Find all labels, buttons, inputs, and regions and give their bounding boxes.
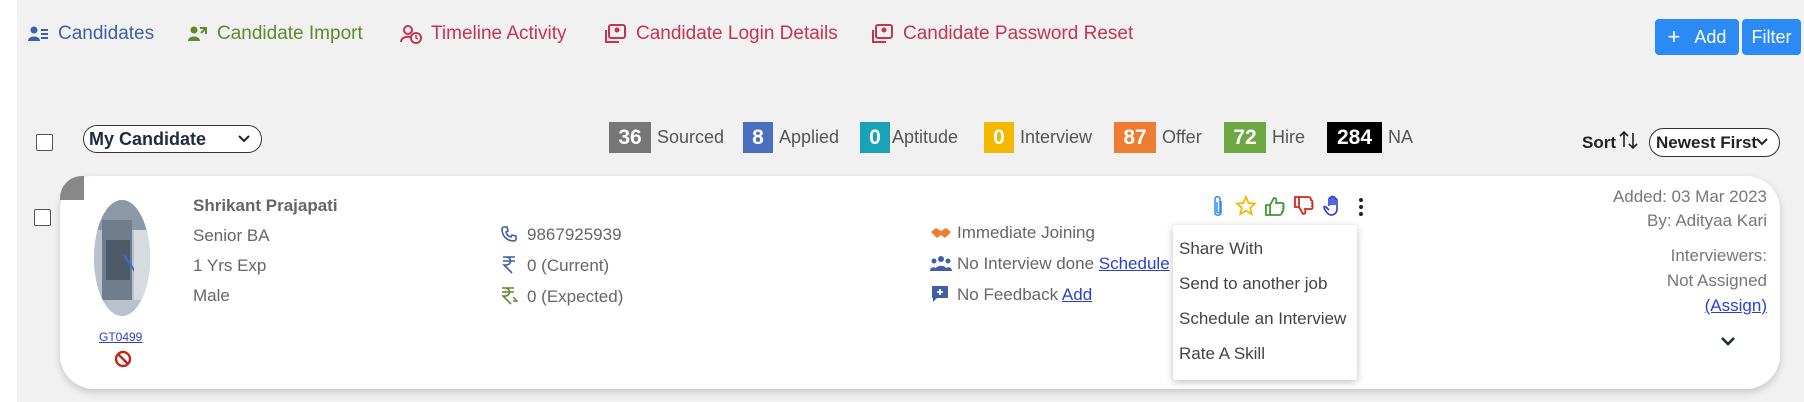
stat-sourced-count: 36	[609, 122, 651, 153]
star-icon[interactable]	[1234, 194, 1258, 222]
block-icon[interactable]	[114, 350, 132, 373]
chevron-down-icon	[1754, 133, 1770, 154]
thumbs-down-icon[interactable]	[1293, 195, 1315, 222]
candidate-expected-ctc: 0 (Expected)	[527, 287, 624, 306]
nav-candidate-password-reset[interactable]: Candidate Password Reset	[871, 22, 1133, 46]
attachment-icon[interactable]	[1210, 195, 1226, 224]
menu-item-rate-skill[interactable]: Rate A Skill	[1179, 344, 1265, 364]
nav-timeline-activity[interactable]: Timeline Activity	[399, 22, 567, 46]
candidates-icon	[26, 22, 50, 46]
login-details-icon	[604, 22, 628, 46]
stat-offer[interactable]: 87 Offer	[1114, 122, 1202, 153]
sort-select[interactable]: Newest First	[1649, 128, 1780, 157]
interviewers-value: Not Assigned	[1666, 271, 1767, 290]
candidate-experience: 1 Yrs Exp	[193, 256, 267, 275]
stat-hire-label: Hire	[1272, 127, 1306, 147]
hand-stop-icon[interactable]	[1322, 195, 1344, 222]
stat-sourced[interactable]: 36 Sourced	[609, 122, 724, 153]
nav-candidate-password-reset-label: Candidate Password Reset	[903, 23, 1134, 44]
menu-item-send-to-another-job[interactable]: Send to another job	[1179, 274, 1327, 294]
stat-hire[interactable]: 72 Hire	[1224, 122, 1305, 153]
interviewers-label: Interviewers:	[1670, 246, 1767, 265]
add-button[interactable]: + Add	[1655, 19, 1739, 55]
stat-na-label: NA	[1388, 127, 1414, 147]
phone-icon	[500, 225, 518, 248]
chevron-down-icon	[236, 130, 252, 151]
candidate-gender: Male	[193, 286, 230, 305]
sort-select-value: Newest First	[1656, 132, 1758, 152]
feedback-icon	[931, 285, 949, 308]
stat-na[interactable]: 284 NA	[1327, 122, 1413, 153]
candidate-name[interactable]: Shrikant Prajapati	[193, 196, 338, 216]
stat-applied-count: 8	[743, 122, 773, 153]
menu-item-share-with[interactable]: Share With	[1179, 239, 1263, 259]
action-menu: Share With Send to another job Schedule …	[1173, 225, 1357, 380]
group-icon	[930, 255, 952, 276]
stat-applied-label: Applied	[779, 127, 840, 147]
menu-item-schedule-interview[interactable]: Schedule an Interview	[1179, 309, 1346, 329]
stat-sourced-label: Sourced	[657, 127, 725, 147]
added-by: By: Adityaa Kari	[1646, 211, 1767, 230]
rupee-icon	[501, 254, 517, 279]
plus-icon: +	[1667, 24, 1681, 49]
interview-status: No Interview done	[957, 254, 1095, 273]
stat-interview-label: Interview	[1020, 127, 1093, 147]
import-icon	[185, 22, 209, 46]
interview-status-row: No Interview done Schedule	[957, 254, 1170, 274]
sort-toggle[interactable]: Sort	[1582, 129, 1640, 156]
stat-offer-label: Offer	[1162, 127, 1202, 147]
chevron-down-expand-icon[interactable]	[1719, 335, 1737, 354]
avatar[interactable]	[94, 200, 150, 316]
stat-interview[interactable]: 0 Interview	[984, 122, 1092, 153]
add-feedback-link[interactable]: Add	[1062, 285, 1092, 304]
add-button-label: Add	[1694, 26, 1727, 47]
nav-candidates-label: Candidates	[58, 23, 155, 44]
candidate-phone: 9867925939	[527, 225, 622, 244]
assign-link[interactable]: (Assign)	[1705, 296, 1767, 316]
nav-candidate-import[interactable]: Candidate Import	[185, 22, 363, 46]
feedback-status: No Feedback	[957, 285, 1059, 304]
candidate-current-ctc: 0 (Current)	[527, 256, 610, 275]
stat-applied[interactable]: 8 Applied	[743, 122, 839, 153]
candidate-role: Senior BA	[193, 226, 270, 245]
stat-aptitude-count: 0	[860, 122, 890, 153]
candidate-joining: Immediate Joining	[957, 223, 1095, 242]
stat-hire-count: 72	[1224, 122, 1266, 153]
filter-button-label: Filter	[1751, 26, 1792, 47]
candidate-checkbox[interactable]	[34, 209, 51, 226]
added-date: Added: 03 Mar 2023	[1612, 187, 1767, 206]
nav-candidates[interactable]: Candidates	[26, 22, 154, 46]
nav-candidate-login-details-label: Candidate Login Details	[636, 23, 838, 44]
candidate-id-link[interactable]: GT0499	[99, 330, 142, 344]
nav-candidate-import-label: Candidate Import	[217, 23, 363, 44]
feedback-row: No Feedback Add	[957, 285, 1092, 305]
owner-select[interactable]: My Candidate	[83, 125, 262, 153]
stat-na-count: 284	[1327, 122, 1382, 153]
password-reset-icon	[871, 22, 895, 46]
thumbs-up-icon[interactable]	[1264, 195, 1286, 222]
stat-aptitude[interactable]: 0 Aptitude	[860, 122, 958, 153]
select-all-checkbox[interactable]	[36, 134, 53, 151]
schedule-link[interactable]: Schedule	[1099, 254, 1170, 273]
rupee-expected-icon	[500, 285, 519, 310]
nav-timeline-activity-label: Timeline Activity	[431, 23, 567, 44]
timeline-icon	[399, 22, 423, 46]
stat-interview-count: 0	[984, 122, 1014, 153]
sort-label: Sort	[1582, 132, 1616, 152]
handshake-icon	[930, 224, 952, 247]
owner-select-value: My Candidate	[89, 128, 207, 149]
more-vertical-icon[interactable]	[1358, 197, 1364, 222]
sort-arrows-icon	[1618, 129, 1640, 156]
stat-aptitude-label: Aptitude	[892, 127, 959, 147]
stat-offer-count: 87	[1114, 122, 1156, 153]
nav-candidate-login-details[interactable]: Candidate Login Details	[604, 22, 838, 46]
filter-button[interactable]: Filter	[1742, 19, 1801, 55]
